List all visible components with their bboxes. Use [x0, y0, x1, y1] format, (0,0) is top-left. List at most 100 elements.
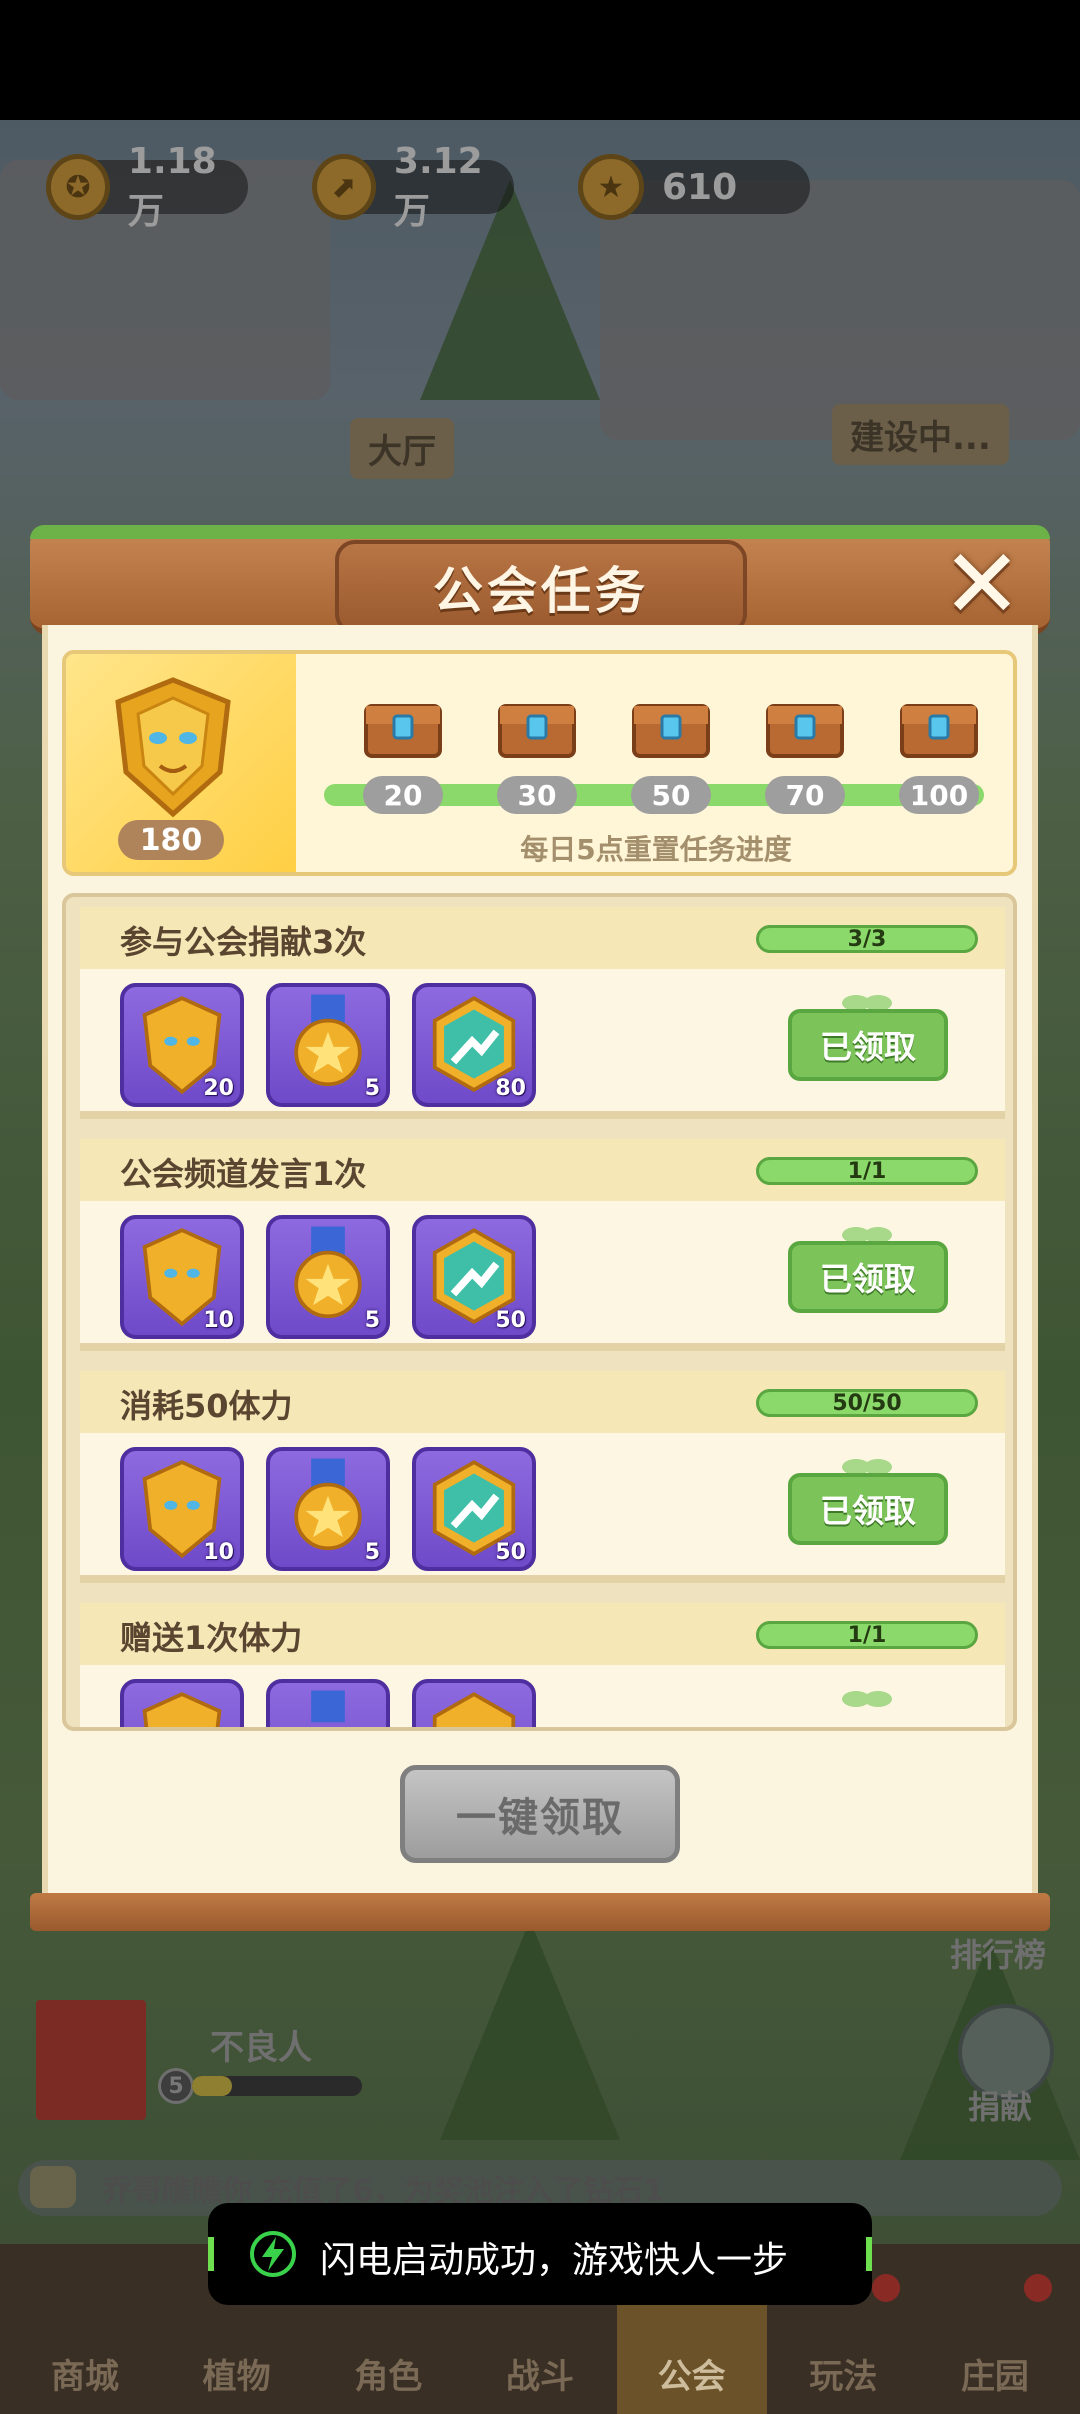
nav-manor[interactable]: 庄园 — [920, 2244, 1070, 2414]
milestone-label: 20 — [363, 776, 443, 814]
reward-item[interactable] — [266, 1679, 390, 1727]
medal-value: 610 — [662, 166, 738, 208]
reward-quantity: 5 — [364, 1076, 380, 1101]
milestone-label: 50 — [631, 776, 711, 814]
claimed-button[interactable]: 已领取 — [788, 1241, 948, 1313]
guild-flag-icon[interactable] — [36, 2000, 146, 2120]
status-bar — [0, 0, 1080, 120]
claimed-button[interactable]: 已领取 — [788, 1473, 948, 1545]
close-icon: ✕ — [941, 528, 1023, 640]
exp-resource[interactable]: ⬈ 3.12万 — [312, 141, 514, 232]
guild-name: 不良人 — [210, 2028, 312, 2068]
milestone-label: 30 — [497, 776, 577, 814]
hall-sign: 大厅 — [350, 418, 454, 479]
task-header: 消耗50体力 50/50 — [80, 1371, 1005, 1433]
guild-exp-fill — [192, 2076, 232, 2096]
reward-item[interactable]: 5 — [266, 1215, 390, 1339]
task-rewards: 10 5 50 已领取 — [80, 1433, 1005, 1583]
reward-item[interactable] — [412, 1679, 536, 1727]
task-title: 公会频道发言1次 — [120, 1155, 367, 1193]
task-progress: 3/3 — [756, 925, 978, 953]
reward-quantity: 5 — [364, 1540, 380, 1565]
exp-value: 3.12万 — [393, 140, 483, 232]
task-header: 参与公会捐献3次 3/3 — [80, 907, 1005, 969]
header-grass — [30, 525, 1050, 539]
reward-item[interactable] — [120, 1679, 244, 1727]
medal-resource[interactable]: ★ 610 — [578, 154, 810, 220]
task-card: 消耗50体力 50/50 10 5 50 已领取 — [80, 1371, 1005, 1593]
modal-footer — [30, 1893, 1050, 1931]
chest-icon[interactable] — [630, 690, 712, 760]
title-plate: 公会任务 — [335, 540, 747, 634]
reward-quantity: 10 — [203, 1308, 234, 1333]
reward-item[interactable]: 50 — [412, 1215, 536, 1339]
nav-label: 商城 — [51, 2357, 119, 2397]
ranking-button[interactable]: 排行榜 — [950, 1930, 1046, 1976]
reward-quantity: 50 — [495, 1540, 526, 1565]
task-card: 赠送1次体力 1/1 — [80, 1603, 1005, 1727]
nav-label: 玩法 — [809, 2357, 878, 2397]
chest-icon[interactable] — [898, 690, 980, 760]
modal-title: 公会任务 — [433, 562, 649, 620]
task-rewards: 20 5 80 已领取 — [80, 969, 1005, 1119]
donate-label: 捐献 — [968, 2088, 1033, 2126]
reward-item[interactable]: 50 — [412, 1447, 536, 1571]
task-title: 消耗50体力 — [120, 1387, 293, 1425]
task-rewards: 10 5 50 已领取 — [80, 1201, 1005, 1351]
milestone-label: 70 — [765, 776, 845, 814]
reward-item[interactable]: 10 — [120, 1447, 244, 1571]
exp-arrow-icon — [432, 1692, 516, 1727]
reward-item[interactable]: 80 — [412, 983, 536, 1107]
task-title: 参与公会捐献3次 — [120, 923, 367, 961]
gold-coin-icon: ✪ — [46, 154, 110, 220]
gold-value: 1.18万 — [127, 140, 217, 232]
reward-quantity: 80 — [495, 1076, 526, 1101]
reward-item[interactable]: 10 — [120, 1215, 244, 1339]
reset-note: 每日5点重置任务进度 — [520, 833, 792, 866]
toast-message: 闪电启动成功，游戏快人一步 — [320, 2240, 789, 2281]
notification-dot — [1023, 2274, 1052, 2302]
task-card: 公会频道发言1次 1/1 10 5 50 已领取 — [80, 1139, 1005, 1361]
star-medal-icon — [311, 1690, 345, 1723]
toast: 闪电启动成功，游戏快人一步 — [208, 2203, 872, 2305]
claimed-button[interactable]: 已领取 — [788, 1009, 948, 1081]
leaf-icon — [842, 1691, 892, 1707]
exp-arrow-icon: ⬈ — [312, 154, 376, 220]
badge-points: 180 — [118, 820, 224, 860]
task-card: 参与公会捐献3次 3/3 20 5 80 已领取 — [80, 907, 1005, 1129]
nav-label: 角色 — [354, 2357, 423, 2397]
notification-dot — [872, 2274, 901, 2302]
toast-accent — [866, 2237, 872, 2271]
claim-all-button[interactable]: 一键领取 — [400, 1765, 680, 1863]
background-building — [600, 180, 1080, 440]
guild-exp-bar — [192, 2076, 362, 2096]
nav-label: 植物 — [202, 2357, 271, 2397]
building-sign: 建设中... — [832, 404, 1009, 465]
task-progress: 50/50 — [756, 1389, 978, 1417]
chest-icon[interactable] — [764, 690, 846, 760]
reward-quantity: 50 — [495, 1308, 526, 1333]
task-title: 赠送1次体力 — [120, 1619, 303, 1657]
guild-task-modal: 公会任务 ✕ 180 20 30 50 70 100 每日5点重置任务进度 参与… — [30, 515, 1050, 1931]
nav-shop[interactable]: 商城 — [10, 2244, 160, 2414]
lion-badge-icon — [142, 1692, 222, 1727]
reward-item[interactable]: 5 — [266, 983, 390, 1107]
nav-label: 战斗 — [505, 2357, 574, 2397]
reward-quantity: 20 — [203, 1076, 234, 1101]
reward-quantity: 10 — [203, 1540, 234, 1565]
activity-panel: 180 20 30 50 70 100 每日5点重置任务进度 — [62, 650, 1017, 876]
task-header: 赠送1次体力 1/1 — [80, 1603, 1005, 1665]
chest-icon[interactable] — [362, 690, 444, 760]
gold-resource[interactable]: ✪ 1.18万 — [46, 141, 248, 232]
task-rewards — [80, 1665, 1005, 1727]
reward-item[interactable]: 5 — [266, 1447, 390, 1571]
milestone-label: 100 — [899, 776, 979, 814]
reward-item[interactable]: 20 — [120, 983, 244, 1107]
close-button[interactable]: ✕ — [935, 528, 1029, 640]
task-list[interactable]: 参与公会捐献3次 3/3 20 5 80 已领取 公会频道发言1次 1/1 10… — [62, 893, 1017, 1731]
reward-quantity: 5 — [364, 1308, 380, 1333]
lion-badge-icon — [115, 677, 231, 818]
nav-label: 公会 — [657, 2357, 726, 2397]
chest-icon[interactable] — [496, 690, 578, 760]
toast-accent — [208, 2237, 214, 2271]
